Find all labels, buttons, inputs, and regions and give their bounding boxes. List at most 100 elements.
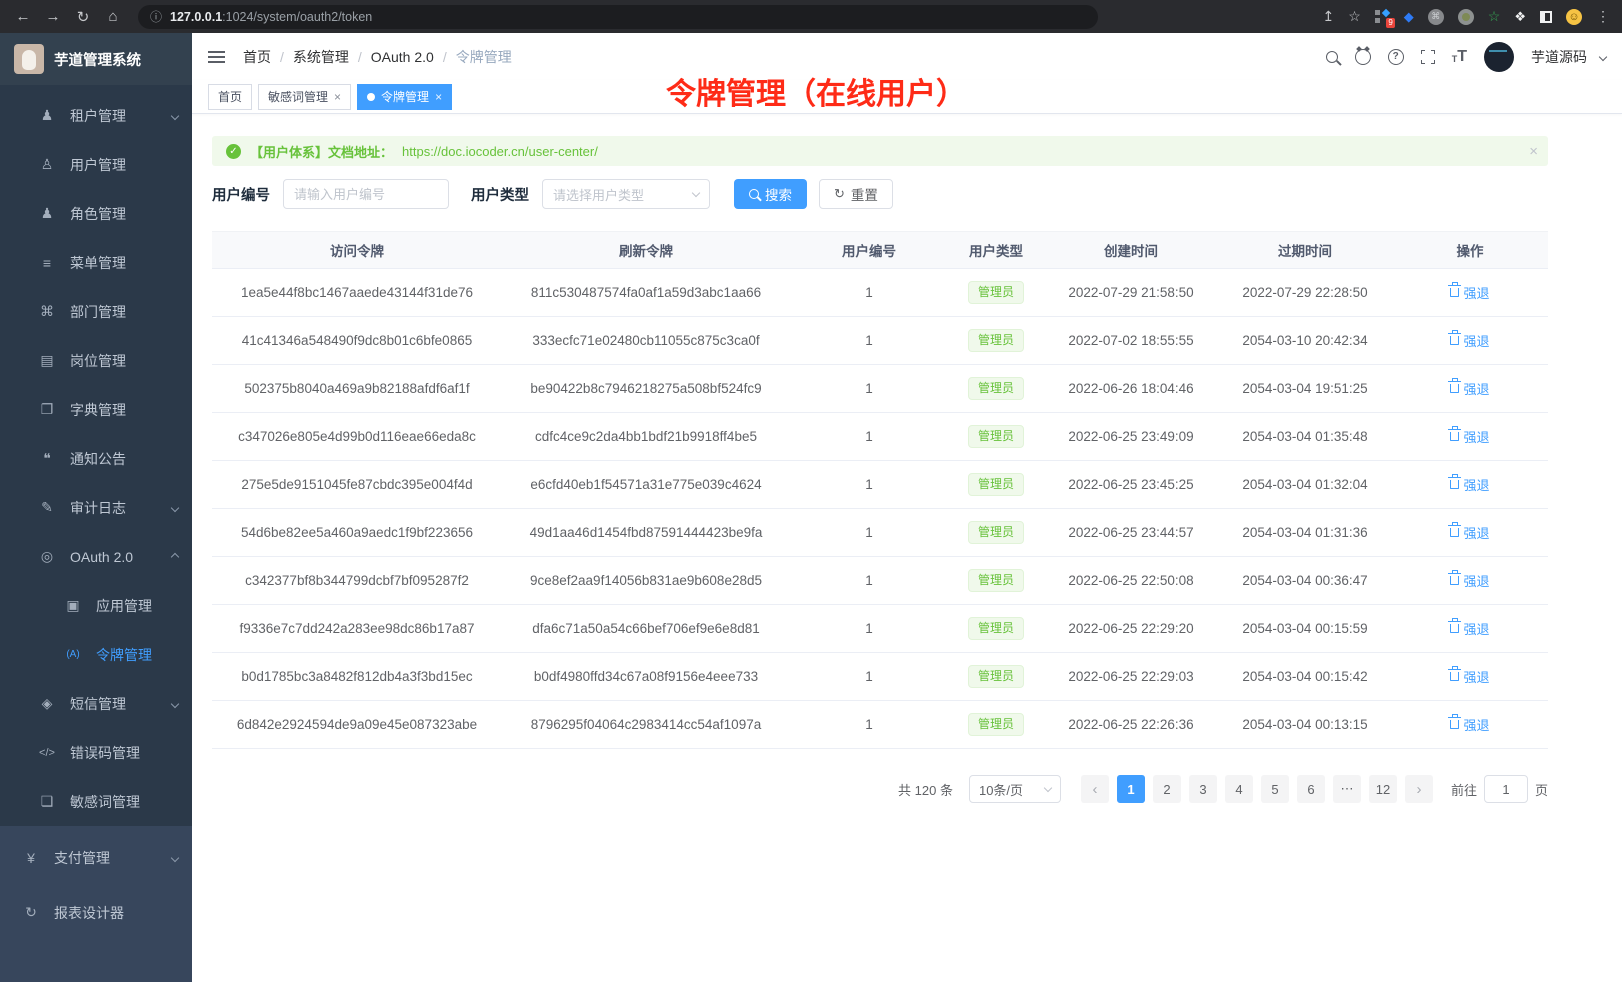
page-button-2[interactable]: 2 [1153, 775, 1181, 803]
sidebar-item-menu[interactable]: ≡菜单管理 [0, 238, 192, 287]
app-logo[interactable]: 芋道管理系统 [0, 33, 192, 85]
sidebar-item-notice[interactable]: ❝通知公告 [0, 434, 192, 483]
force-logout-button[interactable]: 强退 [1450, 379, 1489, 398]
col-actions: 操作 [1392, 240, 1548, 260]
font-size-icon[interactable]: TT [1452, 48, 1467, 66]
sidebar-item-role[interactable]: ♟角色管理 [0, 189, 192, 238]
back-icon[interactable]: ← [12, 8, 34, 25]
force-logout-button[interactable]: 强退 [1450, 475, 1489, 494]
sidebar-menu: ♟租户管理 ♙用户管理 ♟角色管理 ≡菜单管理 ⌘部门管理 ▤岗位管理 ❐字典管… [0, 85, 192, 826]
force-logout-button[interactable]: 强退 [1450, 283, 1489, 302]
address-bar[interactable]: ⓘ 127.0.0.1:1024/system/oauth2/token [138, 5, 1098, 29]
table-row: 54d6be82ee5a460a9aedc1f9bf223656 49d1aa4… [212, 509, 1548, 557]
page-button-5[interactable]: 5 [1261, 775, 1289, 803]
user-name[interactable]: 芋道源码 [1531, 47, 1587, 67]
tab-token[interactable]: 令牌管理× [357, 84, 452, 110]
sidebar-item-dict[interactable]: ❐字典管理 [0, 385, 192, 434]
force-logout-button[interactable]: 强退 [1450, 619, 1489, 638]
breadcrumb-system[interactable]: 系统管理 [293, 47, 349, 67]
page-size-select[interactable]: 10条/页 [969, 775, 1061, 803]
reload-icon[interactable]: ↻ [72, 8, 94, 26]
sidebar-panel-icon[interactable] [1540, 11, 1552, 23]
page-button-3[interactable]: 3 [1189, 775, 1217, 803]
logo-avatar [14, 44, 44, 74]
sidebar-item-audit-log[interactable]: ✎审计日志 [0, 483, 192, 532]
close-icon[interactable]: × [334, 90, 341, 104]
prev-page-button[interactable]: ‹ [1081, 775, 1109, 803]
token-table: 访问令牌 刷新令牌 用户编号 用户类型 创建时间 过期时间 操作 1ea5e44… [212, 231, 1548, 749]
sidebar-item-oauth2[interactable]: ◎OAuth 2.0 [0, 532, 192, 581]
doc-link[interactable]: https://doc.iocoder.cn/user-center/ [402, 144, 598, 159]
forward-icon[interactable]: → [42, 8, 64, 25]
sidebar-lower-section: ¥支付管理 ↻报表设计器 [0, 826, 192, 982]
browser-menu-icon[interactable]: ⋮ [1596, 8, 1610, 25]
sidebar-item-dept[interactable]: ⌘部门管理 [0, 287, 192, 336]
user-icon: ♙ [38, 156, 56, 173]
next-page-button[interactable]: › [1405, 775, 1433, 803]
tab-home[interactable]: 首页 [208, 84, 252, 110]
user-avatar[interactable] [1484, 42, 1514, 72]
page-content: ✓ 【用户体系】文档地址： https://doc.iocoder.cn/use… [192, 114, 1622, 803]
force-logout-button[interactable]: 强退 [1450, 667, 1489, 686]
user-menu-caret-icon[interactable] [1599, 52, 1607, 60]
sidebar-item-oauth2-app[interactable]: ▣应用管理 [0, 581, 192, 630]
home-icon[interactable]: ⌂ [102, 8, 124, 25]
breadcrumb: 首页 / 系统管理 / OAuth 2.0 / 令牌管理 [243, 47, 512, 67]
search-icon[interactable] [1326, 51, 1338, 63]
sidebar-item-report-designer[interactable]: ↻报表设计器 [0, 885, 192, 940]
search-icon [749, 189, 759, 199]
sidebar-item-user[interactable]: ♙用户管理 [0, 140, 192, 189]
close-icon[interactable]: × [435, 90, 442, 104]
breadcrumb-oauth2[interactable]: OAuth 2.0 [371, 49, 434, 65]
sidebar-item-tenant[interactable]: ♟租户管理 [0, 91, 192, 140]
search-button[interactable]: 搜索 [734, 179, 807, 209]
tab-sensitive-word[interactable]: 敏感词管理× [258, 84, 351, 110]
sidebar-item-pay[interactable]: ¥支付管理 [0, 830, 192, 885]
breadcrumb-home[interactable]: 首页 [243, 47, 271, 67]
menu-icon: ≡ [38, 255, 56, 271]
sidebar-toggle-icon[interactable] [208, 56, 225, 58]
help-icon[interactable]: ? [1388, 49, 1404, 65]
sidebar-item-post[interactable]: ▤岗位管理 [0, 336, 192, 385]
page-ellipsis[interactable]: ⋯ [1333, 775, 1361, 803]
extensions-puzzle-icon[interactable]: ❖ [1514, 9, 1526, 25]
command-extension-icon[interactable]: ⌘ [1428, 9, 1444, 25]
force-logout-button[interactable]: 强退 [1450, 427, 1489, 446]
page-button-4[interactable]: 4 [1225, 775, 1253, 803]
user-type-select[interactable]: 请选择用户类型 [542, 179, 710, 209]
force-logout-button[interactable]: 强退 [1450, 523, 1489, 542]
goto-page-input[interactable] [1484, 775, 1528, 803]
page-button-12[interactable]: 12 [1369, 775, 1397, 803]
github-icon[interactable] [1355, 49, 1371, 65]
reset-button[interactable]: ↻重置 [819, 179, 893, 209]
user-id-input[interactable] [283, 179, 449, 209]
trash-icon [1450, 528, 1459, 537]
trash-icon [1450, 672, 1459, 681]
extension-blocks-icon[interactable]: 9 [1375, 9, 1390, 24]
shield-icon: ◈ [38, 695, 56, 712]
gem-extension-icon[interactable]: ◆ [1404, 9, 1414, 25]
force-logout-button[interactable]: 强退 [1450, 715, 1489, 734]
page-button-1[interactable]: 1 [1117, 775, 1145, 803]
page-button-6[interactable]: 6 [1297, 775, 1325, 803]
profile-avatar-icon[interactable]: ☺ [1566, 9, 1582, 25]
dot-extension-icon[interactable] [1458, 9, 1474, 25]
force-logout-button[interactable]: 强退 [1450, 571, 1489, 590]
share-icon[interactable]: ↥ [1322, 8, 1334, 25]
url-text: 127.0.0.1:1024/system/oauth2/token [170, 10, 372, 24]
doc-alert: ✓ 【用户体系】文档地址： https://doc.iocoder.cn/use… [212, 136, 1548, 166]
book-icon: ❐ [38, 401, 56, 418]
sidebar-item-error-code[interactable]: </>错误码管理 [0, 728, 192, 777]
site-info-icon[interactable]: ⓘ [150, 8, 162, 25]
tenant-icon: ♟ [38, 107, 56, 124]
sidebar: 芋道管理系统 ♟租户管理 ♙用户管理 ♟角色管理 ≡菜单管理 ⌘部门管理 ▤岗位… [0, 33, 192, 982]
fullscreen-icon[interactable] [1421, 50, 1435, 64]
force-logout-button[interactable]: 强退 [1450, 331, 1489, 350]
alert-close-icon[interactable]: × [1529, 143, 1538, 160]
sidebar-item-sms[interactable]: ◈短信管理 [0, 679, 192, 728]
sidebar-item-sensitive-word[interactable]: ❏敏感词管理 [0, 777, 192, 826]
bookmark-star-icon[interactable]: ☆ [1348, 8, 1361, 25]
sidebar-item-oauth2-token[interactable]: (A)令牌管理 [0, 630, 192, 679]
table-row: 275e5de9151045fe87cbdc395e004f4d e6cfd40… [212, 461, 1548, 509]
green-star-extension-icon[interactable]: ☆ [1488, 8, 1501, 25]
